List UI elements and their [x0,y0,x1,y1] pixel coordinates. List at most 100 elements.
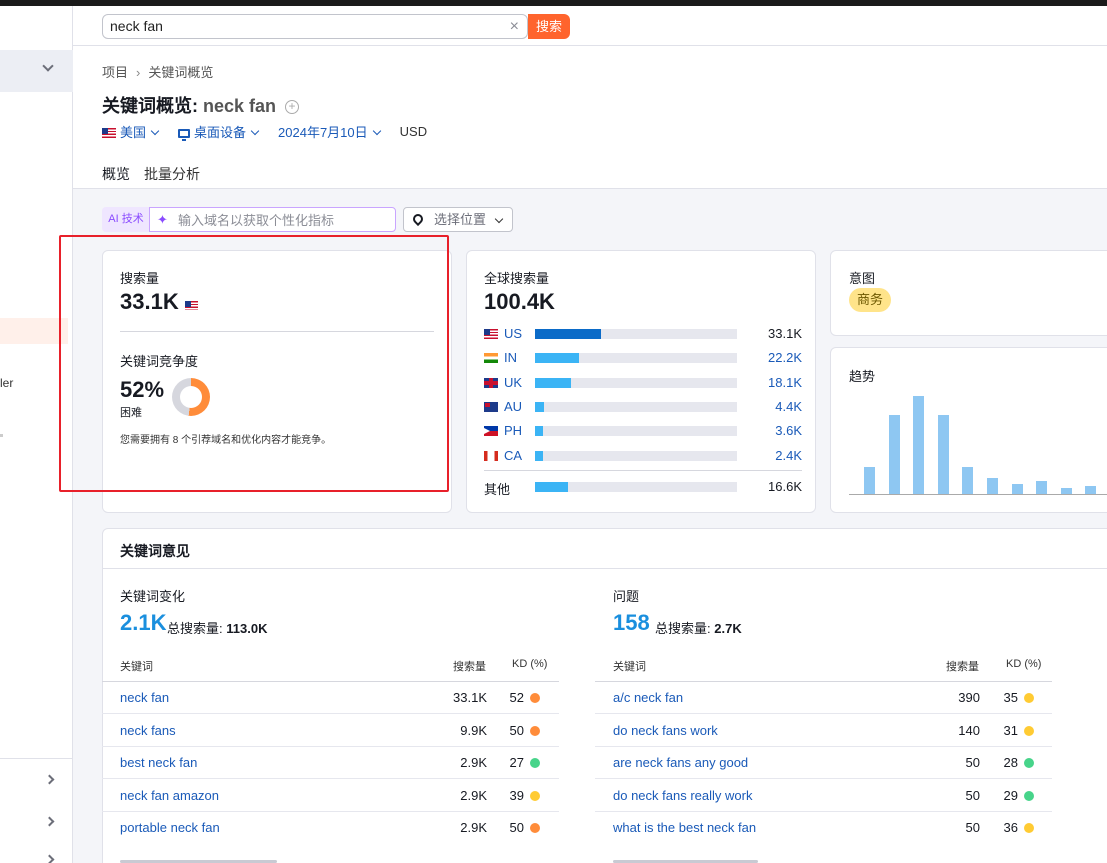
trend-bar [864,467,875,494]
country-code[interactable]: CA [504,448,522,463]
table-header-volume[interactable]: 搜索量 [453,658,486,674]
chevron-right-icon[interactable] [44,816,55,827]
kd-indicator-dot [530,725,540,736]
country-value[interactable]: 2.4K [775,448,802,463]
row-divider [595,778,1052,779]
country-value[interactable]: 18.1K [768,375,802,390]
date-label: 2024年7月10日 [278,125,368,140]
device-selector[interactable]: 桌面设备 [178,122,260,141]
country-code[interactable]: AU [504,399,522,414]
keyword-link[interactable]: do neck fans work [613,723,718,738]
country-bar-fill [535,329,601,339]
currency-label: USD [399,124,428,139]
table-header-keyword[interactable]: 关键词 [120,658,153,674]
country-value[interactable]: 3.6K [775,423,802,438]
kd-indicator-dot [1024,725,1034,736]
ai-domain-field[interactable]: ✦ [149,207,396,232]
kd-indicator-dot [1024,693,1034,703]
volume-cell: 390 [958,690,980,705]
keyword-link[interactable]: portable neck fan [120,820,220,835]
sidebar-item-active[interactable] [0,318,68,344]
country-value[interactable]: 4.4K [775,399,802,414]
keyword-link[interactable]: best neck fan [120,755,197,770]
volume-cell: 33.1K [453,690,487,705]
country-selector[interactable]: 美国 [102,122,160,141]
variations-total: 总搜索量: 113.0K [167,618,267,637]
sidebar-item-label[interactable]: ler [0,376,13,390]
table-header-keyword[interactable]: 关键词 [613,658,646,674]
location-select[interactable]: 选择位置 [403,207,513,232]
search-field[interactable]: × [102,14,528,39]
volume-number: 33.1K [120,289,179,314]
country-label: 美国 [120,125,147,140]
questions-count[interactable]: 158 [613,610,650,636]
ai-domain-input[interactable] [178,211,388,229]
filters-bar: 美国 桌面设备 2024年7月10日 USD [102,122,427,141]
keyword-link[interactable]: neck fans [120,723,176,738]
kd-cell: 50 [509,820,524,835]
volume-value: 33.1K [120,289,202,315]
page-title-keyword: neck fan [203,96,277,116]
kd-indicator-dot [530,758,540,768]
country-row[interactable]: IN 22.2K [484,350,802,366]
keyword-link[interactable]: neck fan [120,690,169,705]
device-label: 桌面设备 [194,125,247,140]
country-row[interactable]: US 33.1K [484,326,802,342]
ai-badge: AI 技术 [102,207,150,232]
keyword-link[interactable]: are neck fans any good [613,755,748,770]
card-divider [120,331,434,332]
keyword-link[interactable]: what is the best neck fan [613,820,756,835]
country-row[interactable]: AU 4.4K [484,399,802,415]
breadcrumb-current: 关键词概览 [148,65,214,80]
row-divider [102,778,559,779]
date-selector[interactable]: 2024年7月10日 [278,122,381,141]
volume-cell: 2.9K [460,820,487,835]
table-header-kd[interactable]: KD (%) [512,658,547,670]
country-bar-track [535,402,737,412]
intent-badge: 商务 [849,288,892,312]
kd-cell: 29 [1003,787,1018,803]
country-code[interactable]: PH [504,423,522,438]
keyword-link[interactable]: a/c neck fan [613,690,683,705]
keyword-link[interactable]: do neck fans really work [613,788,752,803]
country-row[interactable]: PH 3.6K [484,423,802,439]
row-divider [595,745,1052,747]
country-row[interactable]: CA 2.4K [484,448,802,464]
volume-label: 搜索量 [120,271,160,286]
kd-label: 关键词竞争度 [120,354,199,369]
sparkle-icon: ✦ [157,212,168,227]
search-button[interactable]: 搜索 [528,14,570,39]
trend-bar [913,396,925,494]
country-bar-fill [535,353,579,363]
chevron-down-icon [372,126,381,136]
country-code[interactable]: US [504,326,522,341]
trend-bar [1036,481,1048,494]
country-value[interactable]: 33.1K [768,326,802,341]
sidebar-project-selector[interactable] [0,50,73,92]
flag-icon [484,378,498,388]
country-code[interactable]: IN [504,350,517,365]
country-code[interactable]: UK [504,375,522,390]
country-value[interactable]: 22.2K [768,350,802,365]
chevron-right-icon[interactable] [44,774,55,785]
flag-icon [484,329,498,339]
country-bar-track [535,329,737,339]
country-row[interactable]: UK 18.1K [484,375,802,391]
keyword-link[interactable]: neck fan amazon [120,788,219,803]
sidebar-divider-dot [0,434,3,437]
add-icon[interactable]: + [285,100,300,114]
trend-bar [888,415,900,494]
chevron-right-icon[interactable] [44,854,55,863]
volume-cell: 50 [965,755,980,770]
variations-count[interactable]: 2.1K [120,610,166,636]
table-header-volume[interactable]: 搜索量 [946,658,979,674]
kd-note: 您需要拥有 8 个引荐域名和优化内容才能竞争。 [120,435,332,446]
global-volume-value: 100.4K [484,289,555,314]
table-header-kd[interactable]: KD (%) [1006,658,1041,670]
breadcrumb-projects-link[interactable]: 项目 [102,65,128,80]
kd-indicator-dot [1024,823,1034,833]
close-icon[interactable]: × [510,18,519,36]
country-bar-fill [535,402,544,412]
kd-cell: 50 [509,722,524,738]
search-input[interactable] [110,17,490,35]
